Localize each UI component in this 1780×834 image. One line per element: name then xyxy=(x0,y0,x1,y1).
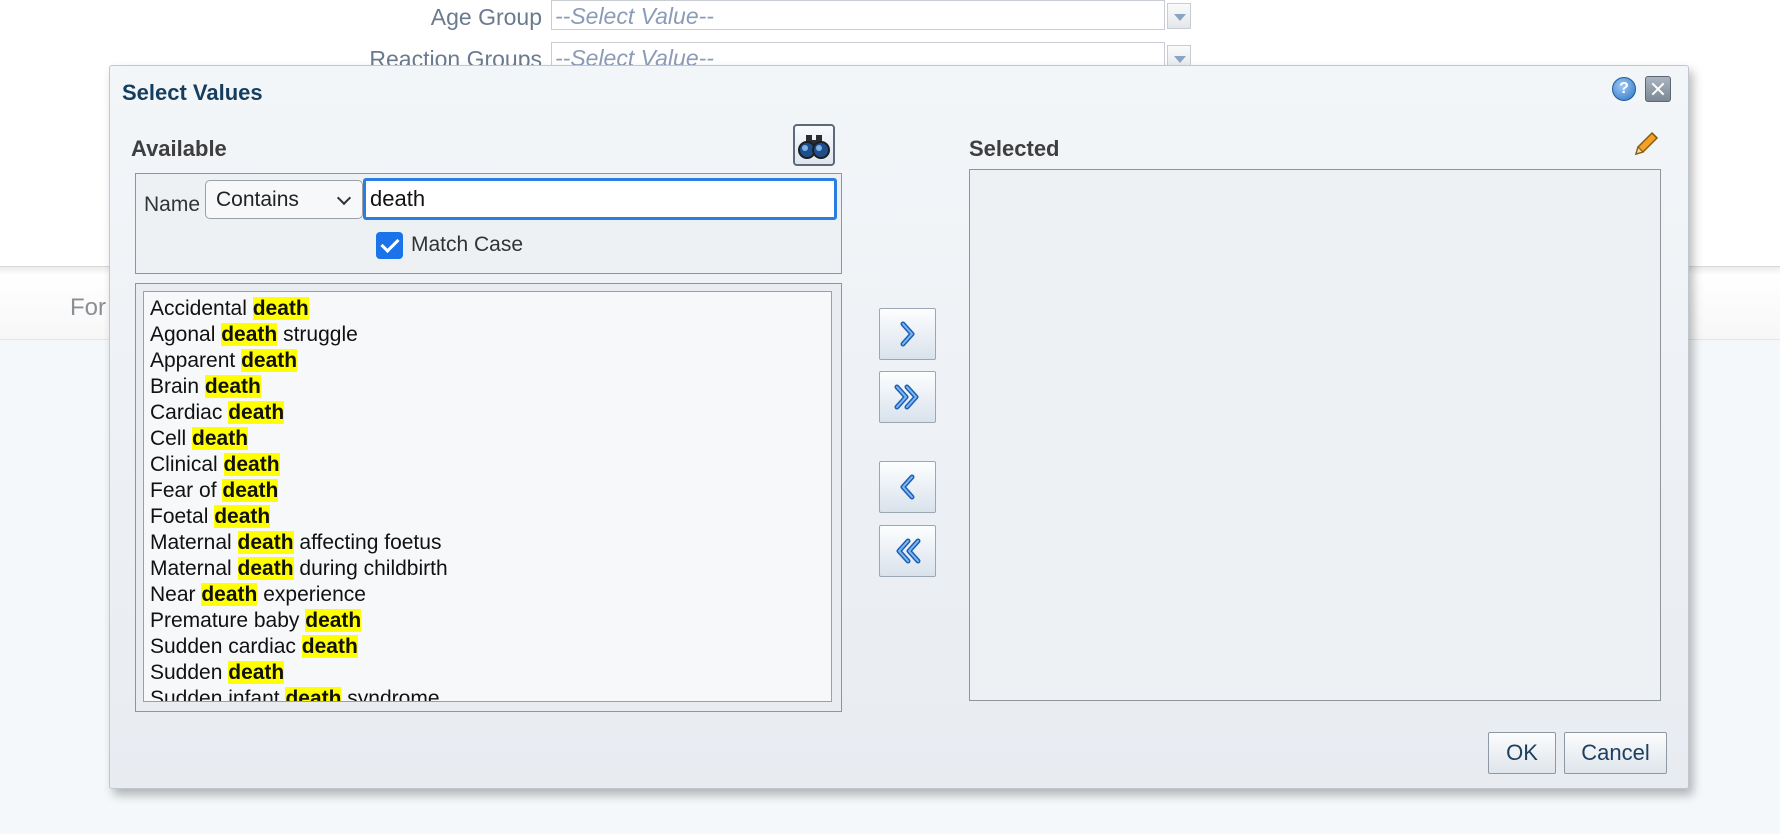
list-item[interactable]: Maternal death during childbirth xyxy=(150,556,825,582)
match-case-label: Match Case xyxy=(411,233,524,256)
list-item-match: death xyxy=(305,609,362,632)
binoculars-icon xyxy=(798,135,830,159)
list-item-text: Foetal xyxy=(150,505,215,528)
help-icon[interactable]: ? xyxy=(1612,77,1636,101)
list-item-text: Brain xyxy=(150,375,205,398)
list-item[interactable]: Sudden cardiac death xyxy=(150,634,825,660)
list-item-text: syndrome xyxy=(341,687,440,702)
find-button[interactable] xyxy=(793,124,835,166)
move-all-button[interactable] xyxy=(879,371,936,423)
list-item[interactable]: Maternal death affecting foetus xyxy=(150,530,825,556)
age-group-label: Age Group xyxy=(430,4,542,30)
list-item[interactable]: Accidental death xyxy=(150,296,825,322)
search-input[interactable] xyxy=(363,178,837,220)
ok-button[interactable]: OK xyxy=(1488,732,1556,774)
list-item[interactable]: Cell death xyxy=(150,426,825,452)
chevron-down-icon xyxy=(336,190,352,206)
list-item[interactable]: Fear of death xyxy=(150,478,825,504)
age-group-dropdown-icon[interactable] xyxy=(1167,3,1191,29)
list-item-text: experience xyxy=(257,583,366,606)
list-item[interactable]: Clinical death xyxy=(150,452,825,478)
available-title: Available xyxy=(131,136,227,161)
list-item-text: Apparent xyxy=(150,349,242,372)
list-item[interactable]: Foetal death xyxy=(150,504,825,530)
list-item-match: death xyxy=(237,557,294,580)
age-group-select[interactable]: --Select Value-- xyxy=(551,0,1165,30)
list-item-text: Fear of xyxy=(150,479,223,502)
pencil-icon[interactable] xyxy=(1630,128,1662,160)
list-item[interactable]: Brain death xyxy=(150,374,825,400)
selected-title: Selected xyxy=(969,136,1060,161)
list-item[interactable]: Apparent death xyxy=(150,348,825,374)
close-icon[interactable] xyxy=(1645,76,1671,102)
list-item-text: Sudden xyxy=(150,661,229,684)
operator-select[interactable]: Contains xyxy=(205,180,363,219)
list-item-text: Maternal xyxy=(150,557,238,580)
list-item-text: Agonal xyxy=(150,323,222,346)
available-list[interactable]: Accidental death Agonal death struggle App… xyxy=(143,291,832,702)
match-case-checkbox[interactable] xyxy=(376,232,403,259)
list-item-text: Accidental xyxy=(150,297,253,320)
list-item-match: death xyxy=(241,349,298,372)
filter-panel: Name Contains Match Case xyxy=(135,173,842,274)
list-item-match: death xyxy=(285,687,342,701)
background-band-text: For xyxy=(70,294,106,321)
list-item-match: death xyxy=(222,479,279,502)
list-item-text: Sudden cardiac xyxy=(150,635,302,658)
list-item-match: death xyxy=(204,375,261,398)
list-item-text: Cell xyxy=(150,427,193,450)
list-item-match: death xyxy=(228,661,285,684)
age-group-row: Age Group --Select Value-- xyxy=(0,0,1780,40)
list-item-match: death xyxy=(214,505,271,528)
remove-selected-button[interactable] xyxy=(879,461,936,513)
list-item-text: Near xyxy=(150,583,202,606)
available-list-panel: Accidental death Agonal death struggle App… xyxy=(135,283,842,712)
list-item[interactable]: Sudden infant death syndrome xyxy=(150,686,825,702)
double-chevron-left-icon xyxy=(896,538,921,564)
operator-value: Contains xyxy=(216,188,299,211)
list-item-match: death xyxy=(192,427,249,450)
list-item[interactable]: Sudden death xyxy=(150,660,825,686)
list-item-text: Premature baby xyxy=(150,609,306,632)
chevron-left-icon xyxy=(900,474,915,500)
remove-all-button[interactable] xyxy=(879,525,936,577)
list-item-text: Sudden infant xyxy=(150,687,286,702)
list-item-match: death xyxy=(301,635,358,658)
list-item-match: death xyxy=(223,453,280,476)
list-item-text: struggle xyxy=(277,323,358,346)
list-item-text: Maternal xyxy=(150,531,238,554)
list-item-match: death xyxy=(228,401,285,424)
list-item-text: during childbirth xyxy=(293,557,448,580)
list-item[interactable]: Agonal death struggle xyxy=(150,322,825,348)
chevron-right-icon xyxy=(900,321,915,347)
name-label: Name xyxy=(144,193,201,216)
list-item-text: Cardiac xyxy=(150,401,229,424)
list-item[interactable]: Cardiac death xyxy=(150,400,825,426)
list-item-text: affecting foetus xyxy=(293,531,442,554)
list-item-match: death xyxy=(201,583,258,606)
selected-list[interactable] xyxy=(969,169,1661,701)
list-item-match: death xyxy=(221,323,278,346)
list-item-match: death xyxy=(237,531,294,554)
select-values-dialog: Select Values ? Available Name Contains … xyxy=(109,65,1689,789)
double-chevron-right-icon xyxy=(894,384,919,410)
cancel-button[interactable]: Cancel xyxy=(1564,732,1667,774)
list-item[interactable]: Premature baby death xyxy=(150,608,825,634)
dialog-title: Select Values xyxy=(122,80,263,105)
move-selected-button[interactable] xyxy=(879,308,936,360)
list-item-match: death xyxy=(252,297,309,320)
list-item-text: Clinical xyxy=(150,453,224,476)
list-item[interactable]: Near death experience xyxy=(150,582,825,608)
